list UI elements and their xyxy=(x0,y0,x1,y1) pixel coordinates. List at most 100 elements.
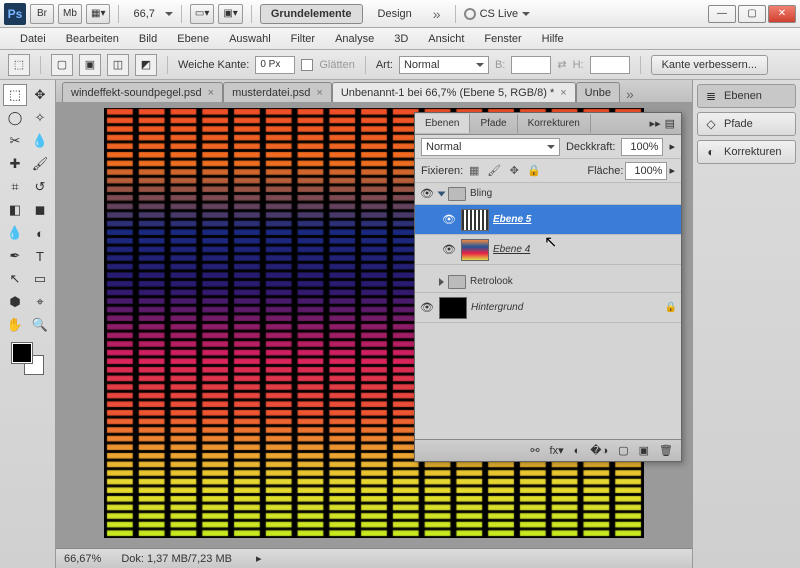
sel-new-icon[interactable]: ▢ xyxy=(51,54,73,76)
close-icon[interactable]: × xyxy=(558,87,566,99)
hand-tool[interactable]: ✋ xyxy=(3,314,27,336)
close-icon[interactable]: × xyxy=(206,87,214,99)
fill-input[interactable]: 100% xyxy=(625,162,667,180)
menu-filter[interactable]: Filter xyxy=(281,30,325,48)
antialias-checkbox[interactable] xyxy=(301,59,313,71)
status-doc-size[interactable]: Dok: 1,37 MB/7,23 MB xyxy=(121,553,232,565)
shape-tool[interactable]: ▭ xyxy=(28,268,52,290)
layer-thumbnail[interactable] xyxy=(461,239,489,261)
layers-tab-pfade[interactable]: Pfade xyxy=(470,114,517,133)
disclosure-icon[interactable] xyxy=(439,278,444,286)
view-extras-button[interactable]: ▦▾ xyxy=(86,4,110,24)
history-brush-tool[interactable]: ↺ xyxy=(28,176,52,198)
lasso-tool[interactable]: ◯ xyxy=(3,107,27,129)
adjustment-icon[interactable]: �◑ xyxy=(590,444,608,457)
layers-tab-korrekturen[interactable]: Korrekturen xyxy=(518,114,591,133)
feather-input[interactable]: 0 Px xyxy=(255,56,295,74)
panel-collapse-icon[interactable]: ▸▸ xyxy=(650,117,661,130)
menu-analyse[interactable]: Analyse xyxy=(325,30,384,48)
trash-icon[interactable]: 🗑 xyxy=(659,444,673,457)
lock-position-icon[interactable]: ✥ xyxy=(505,163,523,179)
color-swatches[interactable] xyxy=(12,343,44,375)
eraser-tool[interactable]: ◧ xyxy=(3,199,27,221)
close-button[interactable]: ✕ xyxy=(768,5,796,23)
layer-thumbnail[interactable] xyxy=(439,297,467,319)
layers-tab-ebenen[interactable]: Ebenen xyxy=(415,114,470,133)
menu-bearbeiten[interactable]: Bearbeiten xyxy=(56,30,129,48)
sel-add-icon[interactable]: ▣ xyxy=(79,54,101,76)
zoom-level[interactable]: 66,7 xyxy=(127,8,160,20)
blend-mode-select[interactable]: Normal xyxy=(421,138,560,156)
opacity-input[interactable]: 100% xyxy=(621,138,663,156)
layer-thumbnail[interactable] xyxy=(461,209,489,231)
menu-bild[interactable]: Bild xyxy=(129,30,167,48)
maximize-button[interactable]: ▢ xyxy=(738,5,766,23)
visibility-icon[interactable]: 👁 xyxy=(441,242,457,258)
3dcam-tool[interactable]: ⌖ xyxy=(28,291,52,313)
layer-group-bling[interactable]: 👁 Bling xyxy=(415,183,681,205)
dodge-tool[interactable]: ◐ xyxy=(28,222,52,244)
minibridge-button[interactable]: Mb xyxy=(58,4,82,24)
app-logo[interactable]: Ps xyxy=(4,3,26,25)
brush-tool[interactable]: 🖌 xyxy=(28,153,52,175)
tabs-overflow[interactable]: » xyxy=(620,86,640,102)
mask-icon[interactable]: ◐ xyxy=(574,445,581,457)
visibility-icon[interactable]: 👁 xyxy=(419,186,435,202)
layer-ebene-4[interactable]: 👁 Ebene 4 xyxy=(415,235,681,265)
panel-pfade-button[interactable]: ◇Pfade xyxy=(697,112,796,136)
menu-3d[interactable]: 3D xyxy=(384,30,418,48)
stamp-tool[interactable]: ⌗ xyxy=(3,176,27,198)
doc-tab-4[interactable]: Unbe xyxy=(576,82,620,102)
cslive-button[interactable]: CS Live xyxy=(464,8,531,20)
doc-tab-2[interactable]: musterdatei.psd× xyxy=(223,82,332,102)
group-icon[interactable]: ▢ xyxy=(618,444,628,457)
doc-tab-1[interactable]: windeffekt-soundpegel.psd× xyxy=(62,82,223,102)
blur-tool[interactable]: 💧 xyxy=(3,222,27,244)
path-tool[interactable]: ↖ xyxy=(3,268,27,290)
refine-edge-button[interactable]: Kante verbessern... xyxy=(651,55,768,75)
layer-hintergrund[interactable]: 👁 Hintergrund 🔒 xyxy=(415,293,681,323)
menu-datei[interactable]: Datei xyxy=(10,30,56,48)
crop-tool[interactable]: ✂ xyxy=(3,130,27,152)
eyedropper-tool[interactable]: 💧 xyxy=(28,130,52,152)
3d-tool[interactable]: ⬢ xyxy=(3,291,27,313)
layer-group-retrolook[interactable]: Retrolook xyxy=(415,271,681,293)
menu-ebene[interactable]: Ebene xyxy=(167,30,219,48)
bridge-button[interactable]: Br xyxy=(30,4,54,24)
minimize-button[interactable]: — xyxy=(708,5,736,23)
workspace-grundelemente[interactable]: Grundelemente xyxy=(260,4,363,24)
visibility-icon[interactable]: 👁 xyxy=(441,212,457,228)
menu-ansicht[interactable]: Ansicht xyxy=(418,30,474,48)
sel-sub-icon[interactable]: ◫ xyxy=(107,54,129,76)
wand-tool[interactable]: ✧ xyxy=(28,107,52,129)
visibility-icon[interactable]: 👁 xyxy=(419,300,435,316)
move-tool[interactable]: ✥ xyxy=(28,84,52,106)
screen-mode-button[interactable]: ▣▾ xyxy=(218,4,242,24)
tool-preset[interactable]: ⬚ xyxy=(8,54,30,76)
doc-tab-3[interactable]: Unbenannt-1 bei 66,7% (Ebene 5, RGB/8) *… xyxy=(332,82,576,102)
new-layer-icon[interactable]: ▣ xyxy=(639,444,649,457)
workspace-design[interactable]: Design xyxy=(367,4,423,24)
menu-fenster[interactable]: Fenster xyxy=(474,30,531,48)
panel-korrekturen-button[interactable]: ◐Korrekturen xyxy=(697,140,796,164)
workspace-more[interactable]: » xyxy=(427,6,447,22)
panel-menu-icon[interactable]: ▤ xyxy=(665,117,675,130)
menu-hilfe[interactable]: Hilfe xyxy=(532,30,574,48)
close-icon[interactable]: × xyxy=(314,87,322,99)
sel-intersect-icon[interactable]: ◩ xyxy=(135,54,157,76)
zoom-tool[interactable]: 🔍 xyxy=(28,314,52,336)
arrange-button[interactable]: ▭▾ xyxy=(190,4,214,24)
visibility-icon[interactable] xyxy=(419,274,435,290)
marquee-tool[interactable]: ⬚ xyxy=(3,84,27,106)
panel-ebenen-button[interactable]: ≣Ebenen xyxy=(697,84,796,108)
layer-ebene-5[interactable]: 👁 Ebene 5 xyxy=(415,205,681,235)
heal-tool[interactable]: ✚ xyxy=(3,153,27,175)
lock-transparency-icon[interactable]: ▦ xyxy=(465,163,483,179)
link-layers-icon[interactable]: ⚯ xyxy=(530,444,539,457)
style-select[interactable]: Normal xyxy=(399,56,489,74)
menu-auswahl[interactable]: Auswahl xyxy=(219,30,281,48)
disclosure-icon[interactable] xyxy=(438,191,446,196)
pen-tool[interactable]: ✒ xyxy=(3,245,27,267)
lock-pixels-icon[interactable]: 🖌 xyxy=(485,163,503,179)
gradient-tool[interactable]: ◼ xyxy=(28,199,52,221)
